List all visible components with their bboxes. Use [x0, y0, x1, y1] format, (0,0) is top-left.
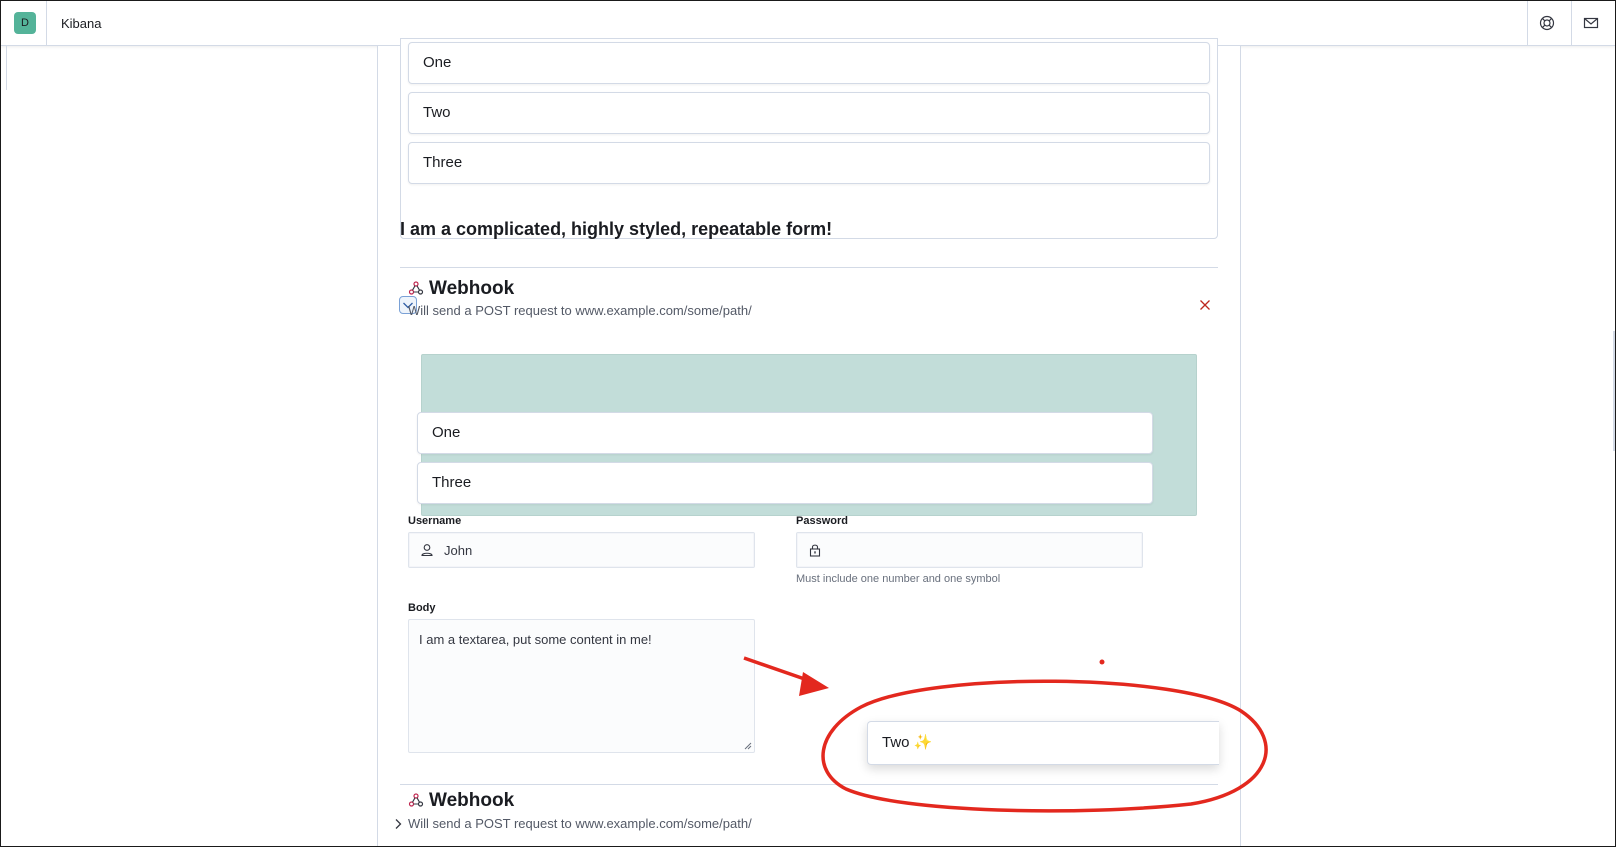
list-item-label: Three: [432, 474, 472, 491]
header-divider: [1527, 1, 1528, 46]
section-title: Webhook: [429, 278, 515, 299]
close-icon[interactable]: [1198, 298, 1212, 312]
username-value: John: [444, 543, 473, 558]
password-label: Password: [796, 515, 848, 527]
list-item-label: Two: [423, 104, 451, 121]
username-label: Username: [408, 515, 462, 527]
webhook-icon: [408, 281, 424, 295]
dragging-item-label: Two: [882, 734, 910, 751]
section-subtitle: Will send a POST request to www.example.…: [408, 816, 752, 831]
scrollbar-track[interactable]: [1613, 331, 1615, 451]
dragging-list-item[interactable]: Two ✨: [867, 721, 1219, 765]
list-item[interactable]: Two: [408, 92, 1210, 134]
help-lifebuoy-icon[interactable]: [1539, 15, 1555, 31]
body-label: Body: [408, 602, 436, 614]
section-title: Webhook: [429, 790, 515, 811]
list-item-label: One: [432, 424, 461, 441]
password-field[interactable]: [796, 532, 1143, 568]
user-icon: [421, 544, 433, 557]
mail-icon[interactable]: [1583, 15, 1599, 31]
side-nav-stub: [1, 46, 7, 90]
list-item-label: Three: [423, 154, 463, 171]
body-value: I am a textarea, put some content in me!: [419, 632, 652, 647]
space-avatar[interactable]: D: [14, 12, 36, 34]
chevron-right-icon[interactable]: [390, 816, 406, 832]
header-divider: [46, 1, 47, 46]
sparkle-emoji: ✨: [913, 734, 933, 751]
header-divider: [1571, 1, 1572, 46]
list-item[interactable]: Three: [417, 462, 1153, 504]
webhook-icon: [408, 793, 424, 807]
resize-handle-icon[interactable]: [744, 742, 752, 750]
list-item[interactable]: One: [417, 412, 1153, 454]
app-title: Kibana: [61, 16, 102, 31]
section-subtitle: Will send a POST request to www.example.…: [408, 303, 752, 318]
list-item[interactable]: One: [408, 42, 1210, 84]
lock-icon: [809, 544, 821, 557]
section-divider: [400, 784, 1218, 785]
list-item-label: One: [423, 54, 452, 71]
body-textarea[interactable]: I am a textarea, put some content in me!: [408, 619, 755, 753]
password-help-text: Must include one number and one symbol: [796, 573, 1001, 585]
list-item[interactable]: Three: [408, 142, 1210, 184]
browser-frame: D Kibana One Two Three I am a complicate…: [0, 0, 1616, 847]
section-divider: [400, 267, 1218, 268]
username-field[interactable]: John: [408, 532, 755, 568]
form-title: I am a complicated, highly styled, repea…: [400, 219, 833, 239]
